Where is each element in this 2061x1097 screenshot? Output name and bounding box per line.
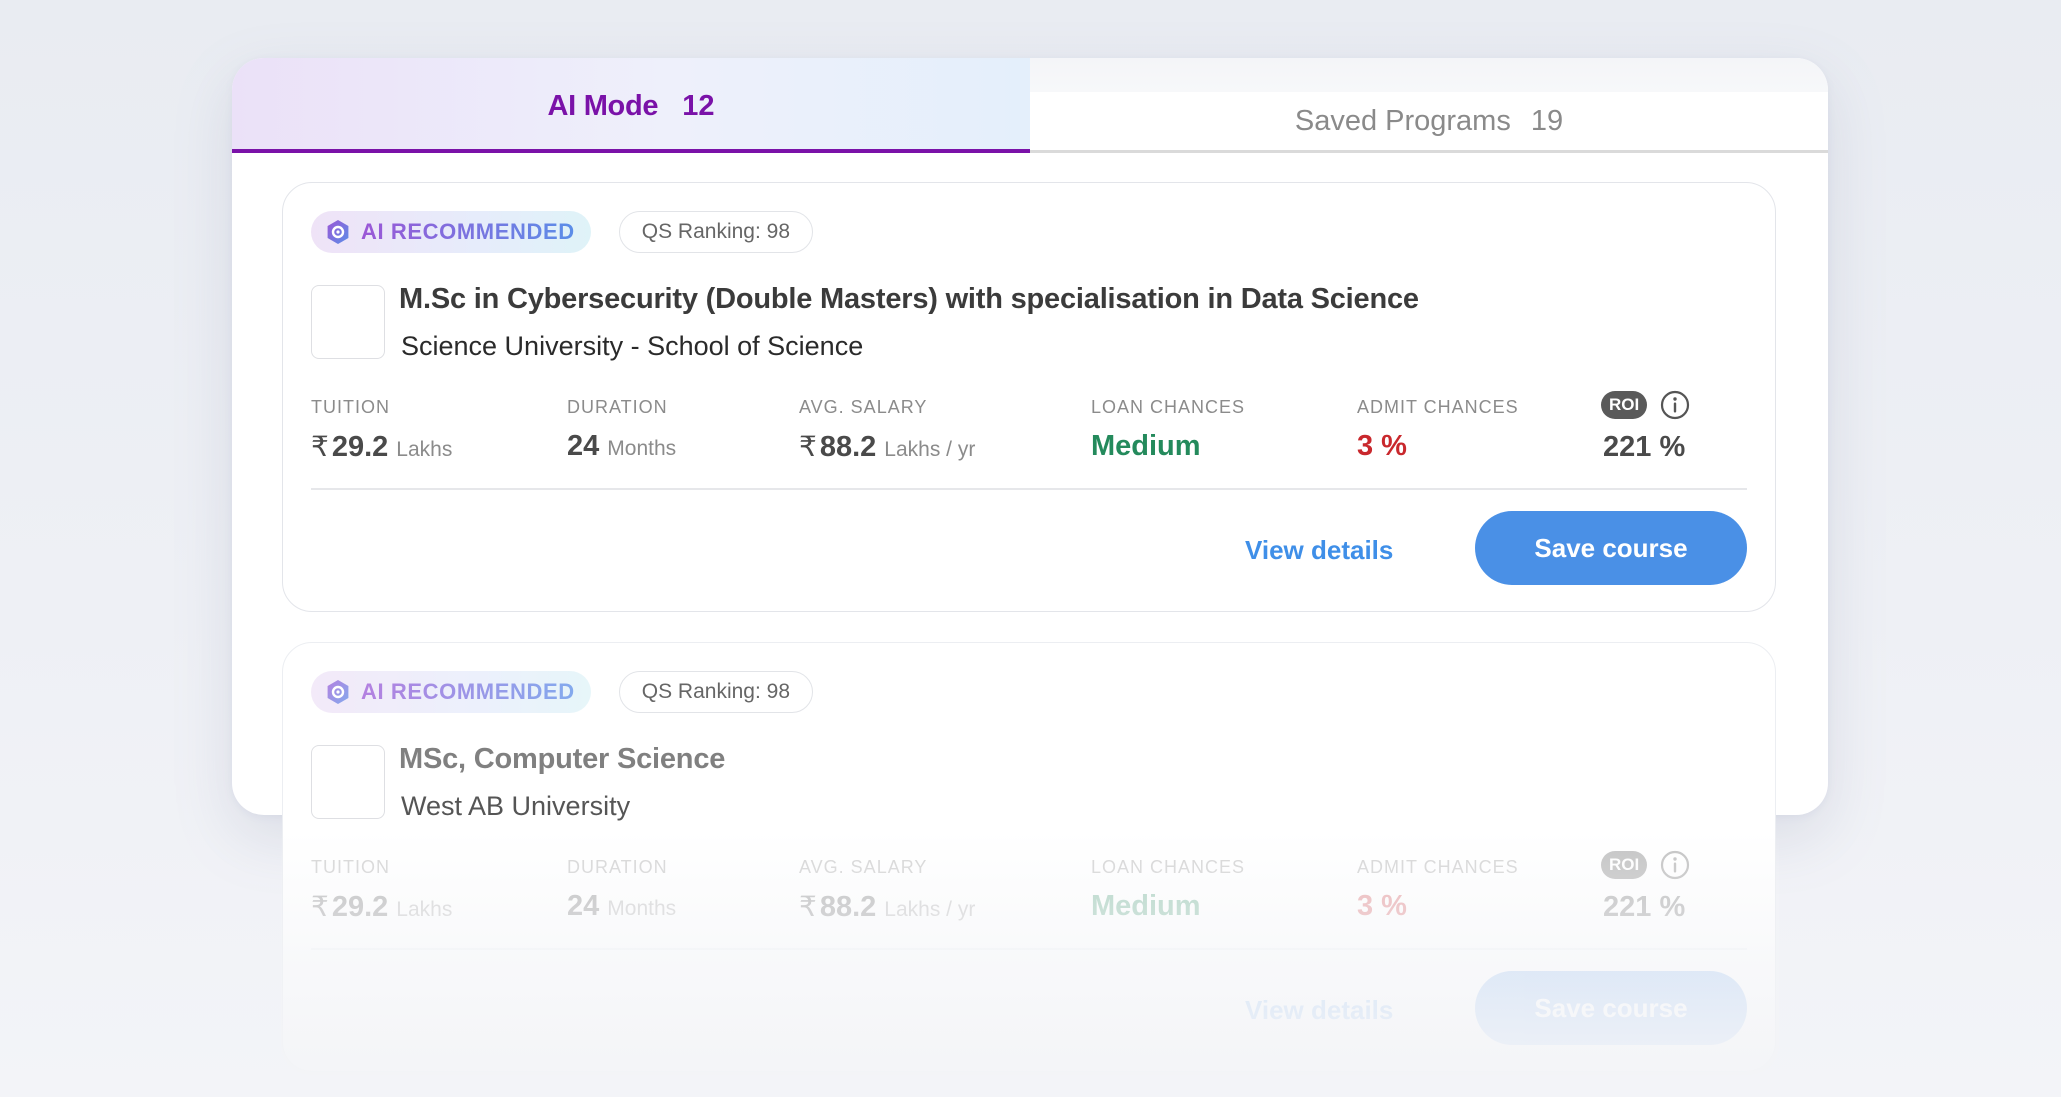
currency-symbol: ₹ xyxy=(311,891,329,922)
tab-count: 19 xyxy=(1530,104,1564,137)
stat-label: TUITION xyxy=(311,857,390,877)
tuition-unit: Lakhs xyxy=(396,438,453,461)
duration-unit: Months xyxy=(607,897,677,920)
ai-recommended-badge: AI RECOMMENDED xyxy=(311,671,591,713)
stat-tuition: TUITION ₹ 29.2 Lakhs xyxy=(311,857,452,924)
save-course-button[interactable]: Save course xyxy=(1475,971,1747,1045)
info-circle-icon[interactable] xyxy=(1659,389,1691,421)
qs-ranking-badge: QS Ranking: 98 xyxy=(618,671,814,713)
divider xyxy=(311,488,1747,490)
qs-ranking-badge: QS Ranking: 98 xyxy=(618,211,814,253)
stat-avg-salary: AVG. SALARY ₹ 88.2 Lakhs / yr xyxy=(799,857,975,924)
tuition-value: 29.2 xyxy=(331,431,389,463)
salary-unit: Lakhs / yr xyxy=(884,438,976,461)
tuition-value: 29.2 xyxy=(331,891,389,923)
stat-label: ADMIT CHANCES xyxy=(1357,397,1519,417)
loan-chances-value: Medium xyxy=(1091,890,1201,922)
ai-recommended-badge: AI RECOMMENDED xyxy=(311,211,591,253)
stat-duration: DURATION 24 Months xyxy=(567,397,676,463)
tab-count: 12 xyxy=(682,90,715,122)
salary-value: 88.2 xyxy=(819,431,877,463)
stat-label: AVG. SALARY xyxy=(799,397,928,417)
salary-unit: Lakhs / yr xyxy=(884,898,976,921)
program-card: AI RECOMMENDED QS Ranking: 98 M.Sc in Cy… xyxy=(282,182,1776,612)
stat-tuition: TUITION ₹ 29.2 Lakhs xyxy=(311,397,452,464)
stat-label: LOAN CHANCES xyxy=(1091,857,1246,877)
tab-saved-programs[interactable]: Saved Programs 19 xyxy=(1030,92,1828,153)
ai-badge-label: AI RECOMMENDED xyxy=(361,219,575,244)
roi-value: 221 % xyxy=(1603,431,1686,463)
stat-duration: DURATION 24 Months xyxy=(567,857,676,923)
info-circle-icon[interactable] xyxy=(1659,849,1691,881)
program-stats: TUITION ₹ 29.2 Lakhs DURATION 24 Months … xyxy=(311,390,1747,467)
roi-label: ROI xyxy=(1601,391,1648,419)
ai-sparkle-hexagon-icon xyxy=(327,680,349,704)
roi-label: ROI xyxy=(1601,851,1648,879)
stat-admit-chances: ADMIT CHANCES 3 % xyxy=(1357,397,1519,463)
stat-roi: ROI 221 % xyxy=(1601,390,1691,464)
university-name: West AB University xyxy=(401,791,631,821)
view-details-link[interactable]: View details xyxy=(1245,973,1393,1047)
stat-label: AVG. SALARY xyxy=(799,857,928,877)
stat-loan-chances: LOAN CHANCES Medium xyxy=(1091,397,1245,463)
university-logo xyxy=(311,285,385,359)
admit-chances-value: 3 % xyxy=(1357,430,1407,462)
admit-chances-value: 3 % xyxy=(1357,890,1407,922)
ai-sparkle-hexagon-icon xyxy=(327,220,349,244)
view-details-link[interactable]: View details xyxy=(1245,513,1393,587)
ai-badge-label: AI RECOMMENDED xyxy=(361,679,575,704)
tab-bar: AI Mode 12 Saved Programs 19 xyxy=(232,58,1828,153)
tab-label: Saved Programs xyxy=(1294,104,1511,137)
tuition-unit: Lakhs xyxy=(396,898,453,921)
stat-label: TUITION xyxy=(311,397,390,417)
divider xyxy=(311,948,1747,950)
tab-label: AI Mode xyxy=(547,90,659,122)
stat-label: DURATION xyxy=(567,857,668,877)
save-course-button[interactable]: Save course xyxy=(1475,511,1747,585)
stat-roi: ROI 221 % xyxy=(1601,850,1691,924)
program-title[interactable]: M.Sc in Cybersecurity (Double Masters) w… xyxy=(399,283,1419,316)
salary-value: 88.2 xyxy=(819,891,877,923)
university-logo xyxy=(311,745,385,819)
program-stats: TUITION ₹ 29.2 Lakhs DURATION 24 Months … xyxy=(311,850,1747,927)
currency-symbol: ₹ xyxy=(311,431,329,462)
tab-ai-mode[interactable]: AI Mode 12 xyxy=(232,58,1030,153)
duration-unit: Months xyxy=(607,437,677,460)
program-title[interactable]: MSc, Computer Science xyxy=(399,743,725,776)
stat-loan-chances: LOAN CHANCES Medium xyxy=(1091,857,1245,923)
university-name: Science University - School of Science xyxy=(401,331,864,361)
stat-avg-salary: AVG. SALARY ₹ 88.2 Lakhs / yr xyxy=(799,397,975,464)
duration-value: 24 xyxy=(567,890,600,922)
stat-label: LOAN CHANCES xyxy=(1091,397,1246,417)
stat-admit-chances: ADMIT CHANCES 3 % xyxy=(1357,857,1519,923)
duration-value: 24 xyxy=(567,430,600,462)
currency-symbol: ₹ xyxy=(799,431,817,462)
loan-chances-value: Medium xyxy=(1091,430,1201,462)
stat-label: DURATION xyxy=(567,397,668,417)
tab-strip-background xyxy=(1030,58,1828,92)
program-card: AI RECOMMENDED QS Ranking: 98 MSc, Compu… xyxy=(281,642,1779,1075)
roi-value: 221 % xyxy=(1603,891,1686,923)
stat-label: ADMIT CHANCES xyxy=(1357,857,1519,877)
currency-symbol: ₹ xyxy=(799,891,817,922)
